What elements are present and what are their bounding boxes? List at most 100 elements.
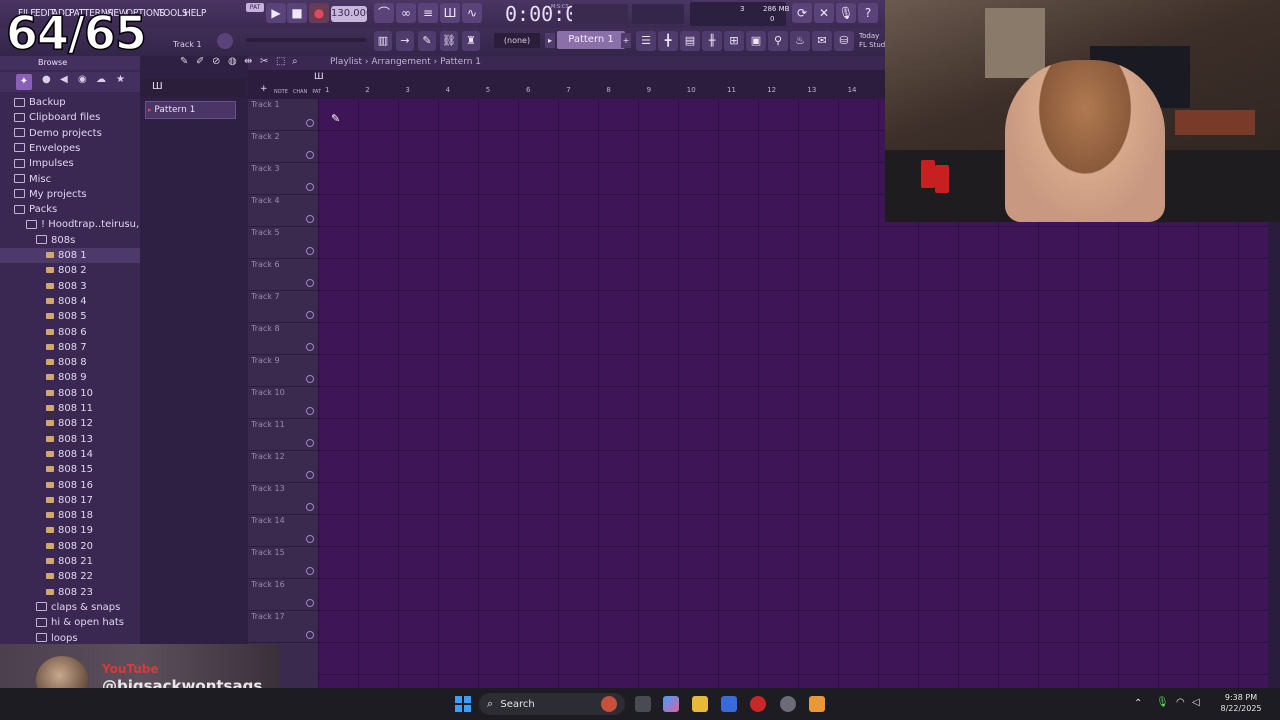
snap-selector[interactable]: (none) [494, 33, 540, 48]
track-mute-icon[interactable] [306, 119, 314, 127]
pat-song-toggle[interactable]: PAT [246, 3, 264, 12]
copilot-icon[interactable] [663, 696, 679, 712]
microphone-icon[interactable]: 🎙 [836, 3, 856, 23]
browser-plugins-icon[interactable]: ◉ [78, 74, 87, 85]
track-mute-icon[interactable] [306, 631, 314, 639]
taskbar-clock[interactable]: 9:38 PM 8/22/2025 [1212, 692, 1270, 714]
master-pitch-slider[interactable] [246, 38, 366, 42]
menu-item-tools[interactable]: TOOLS [158, 8, 188, 19]
undo-history-icon[interactable]: ⟳ [792, 3, 812, 23]
track-mute-icon[interactable] [306, 439, 314, 447]
step-edit-icon[interactable]: ≡ [418, 3, 438, 23]
track-label[interactable]: Track 14 [251, 516, 311, 528]
store-icon[interactable] [721, 696, 737, 712]
play-button[interactable]: ▶ [266, 3, 286, 23]
help-icon[interactable]: ? [858, 3, 878, 23]
track-mute-icon[interactable] [306, 471, 314, 479]
countdown-icon[interactable]: ∿ [462, 3, 482, 23]
browser-all-icon[interactable]: ✦ [16, 74, 32, 90]
playlist-icon[interactable]: ☰ [636, 31, 656, 51]
arrow-right-icon[interactable]: → [396, 31, 414, 51]
piano-keys-icon[interactable]: ▥ [374, 31, 392, 51]
chrome-icon[interactable] [780, 696, 796, 712]
taskbar-search[interactable]: ⌕ Search [479, 693, 625, 715]
browser-folder[interactable]: loops [0, 631, 140, 643]
link-icon[interactable]: ⛓ [440, 31, 458, 51]
track-mute-icon[interactable] [306, 407, 314, 415]
opera-icon[interactable] [750, 696, 766, 712]
track-label[interactable]: Track 13 [251, 484, 311, 496]
playlist-tab-note[interactable]: NOTE [274, 89, 288, 95]
browser-file[interactable]: 808 17 [0, 493, 140, 508]
paint-tool-icon[interactable]: ✐ [196, 56, 204, 67]
track-mute-icon[interactable] [306, 279, 314, 287]
pattern-selector[interactable]: Pattern 1 [557, 31, 625, 49]
track-mute-icon[interactable] [306, 247, 314, 255]
add-track-icon[interactable]: + [260, 84, 268, 94]
master-volume-knob[interactable] [217, 33, 233, 49]
track-label[interactable]: Track 12 [251, 452, 311, 464]
browser-icon[interactable]: ⊞ [724, 31, 744, 51]
stop-button[interactable]: ■ [287, 3, 307, 23]
browser-file[interactable]: 808 14 [0, 447, 140, 462]
browser-file[interactable]: 808 8 [0, 355, 140, 370]
track-mute-icon[interactable] [306, 599, 314, 607]
browser-back-icon[interactable]: ◀ [60, 74, 68, 85]
slip-tool-icon[interactable]: ⇹ [244, 56, 252, 67]
task-view-icon[interactable] [635, 696, 651, 712]
track-label[interactable]: Track 4 [251, 196, 311, 208]
browser-file[interactable]: 808 19 [0, 523, 140, 538]
track-label[interactable]: Track 6 [251, 260, 311, 272]
browser-file[interactable]: 808 18 [0, 508, 140, 523]
piano-roll-icon[interactable]: ╋ [658, 31, 678, 51]
loop-record-icon[interactable]: ∞ [396, 3, 416, 23]
project-picker-icon[interactable]: ▣ [746, 31, 766, 51]
browser-folder[interactable]: Packs [0, 202, 140, 217]
browser-current-icon[interactable]: ● [42, 74, 51, 85]
menu-item-help[interactable]: HELP [184, 8, 206, 19]
wifi-icon[interactable]: ◠ [1176, 697, 1185, 708]
breadcrumb-item[interactable]: Pattern 1 [440, 57, 481, 67]
draw-tool-icon[interactable]: ✎ [180, 56, 188, 67]
mixer-icon[interactable]: ╫ [702, 31, 722, 51]
pattern-piano-icon[interactable]: Ш [152, 81, 163, 92]
track-label[interactable]: Track 10 [251, 388, 311, 400]
browser-file[interactable]: 808 23 [0, 585, 140, 600]
track-mute-icon[interactable] [306, 183, 314, 191]
track-mute-icon[interactable] [306, 503, 314, 511]
song-position-display[interactable]: 0:00:00 [505, 2, 589, 26]
slice-tool-icon[interactable]: ✂ [260, 56, 268, 67]
file-explorer-icon[interactable] [692, 696, 708, 712]
track-mute-icon[interactable] [306, 151, 314, 159]
stamp-icon[interactable]: ♜ [462, 31, 480, 51]
browser-folder[interactable]: Clipboard files [0, 110, 140, 125]
channel-rack-icon[interactable]: ▤ [680, 31, 700, 51]
browser-file[interactable]: 808 2 [0, 263, 140, 278]
browser-folder[interactable]: My projects [0, 187, 140, 202]
browser-folder[interactable]: ! Hoodtrap..teirusu, jai) [0, 217, 140, 232]
browser-folder[interactable]: Backup [0, 95, 140, 110]
fl-store-icon[interactable]: ⛁ [834, 31, 854, 51]
track-label[interactable]: Track 17 [251, 612, 311, 624]
track-label[interactable]: Track 7 [251, 292, 311, 304]
fl-studio-icon[interactable] [809, 696, 825, 712]
track-mute-icon[interactable] [306, 375, 314, 383]
volume-icon[interactable]: ◁ [1192, 697, 1200, 708]
browser-file[interactable]: 808 20 [0, 539, 140, 554]
track-mute-icon[interactable] [306, 343, 314, 351]
tray-chevron-icon[interactable]: ⌃ [1134, 698, 1142, 709]
record-button[interactable]: ● [309, 3, 329, 23]
track-label[interactable]: Track 2 [251, 132, 311, 144]
delete-tool-icon[interactable]: ⊘ [212, 56, 220, 67]
blend-notes-icon[interactable]: Ш [440, 3, 460, 23]
pencil-icon[interactable]: ✎ [418, 31, 436, 51]
plugin-picker-icon[interactable]: ⚲ [768, 31, 788, 51]
track-mute-icon[interactable] [306, 311, 314, 319]
browser-file[interactable]: 808 6 [0, 325, 140, 340]
track-mute-icon[interactable] [306, 215, 314, 223]
touch-keyboard-icon[interactable]: ♨ [790, 31, 810, 51]
track-label[interactable]: Track 8 [251, 324, 311, 336]
browser-cloud-icon[interactable]: ☁ [96, 74, 106, 85]
browser-favorites-icon[interactable]: ★ [116, 74, 125, 85]
browser-folder[interactable]: hi & open hats [0, 615, 140, 630]
